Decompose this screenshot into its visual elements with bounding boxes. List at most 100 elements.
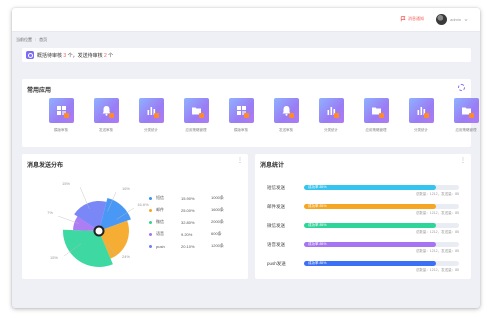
app-shortcut[interactable]: 应用策略管理: [362, 98, 390, 133]
badge-dot-icon: [153, 113, 159, 118]
notice-link[interactable]: 消息通知: [400, 16, 424, 22]
stat-bar[interactable]: 成功率 85%: [304, 242, 436, 247]
legend-percent: 32.80%: [181, 219, 195, 225]
pie-center: [93, 225, 105, 237]
stat-bar[interactable]: 成功率 85%: [304, 223, 436, 228]
badge-dot-icon: [288, 113, 294, 118]
card-title: 消息统计: [260, 163, 285, 169]
badge-dot-icon: [333, 113, 339, 118]
app-label: 发送审核: [279, 128, 293, 132]
badge-dot-icon: [468, 113, 474, 118]
stat-bar-label: 成功率 85%: [308, 204, 327, 209]
stat-label: 短信发送: [267, 185, 285, 190]
avatar[interactable]: [436, 14, 448, 25]
app-window: 消息通知 admin 当前位置 / 首页 概括待审核 3 个，发送待审核 2 个…: [12, 8, 480, 308]
pie-callout-label: 15%: [50, 255, 58, 260]
app-tile[interactable]: [48, 98, 74, 123]
app-label: 分类统计: [324, 128, 338, 132]
app-tile[interactable]: [183, 98, 209, 123]
stat-bar-label: 成功率 85%: [308, 223, 327, 228]
stat-bar-track: 成功率 85%: [304, 204, 459, 209]
pie-callout-label: 7%: [47, 210, 53, 215]
app-label: 模版审核: [54, 128, 68, 132]
alert-count-template[interactable]: 3: [63, 53, 66, 59]
legend-count: 1200条: [211, 243, 224, 248]
app-label: 应用策略管理: [365, 128, 387, 132]
more-icon[interactable]: ⋮: [237, 158, 243, 164]
stat-bar-track: 成功率 85%: [304, 242, 459, 247]
legend-item[interactable]: 邮件 25.00% 1600条: [149, 204, 224, 216]
user-menu[interactable]: admin: [436, 14, 468, 25]
legend-count: 1000条: [211, 195, 224, 200]
app-tile[interactable]: [138, 98, 164, 123]
stat-bar[interactable]: 成功率 85%: [304, 185, 436, 190]
pie-callout-label: 24%: [122, 254, 130, 259]
app-shortcut[interactable]: 分类统计: [137, 98, 165, 133]
alert-text: 概括待审核 3 个，发送待审核 2 个: [37, 52, 113, 59]
app-shortcut[interactable]: 应用策略管理: [452, 98, 480, 133]
stat-row: 微信发送 成功率 85% 总数量：1212，发送量：85: [267, 220, 463, 239]
stat-sub-label: 总数量：1212，发送量：85: [415, 192, 459, 196]
more-icon[interactable]: ⋮: [460, 158, 466, 164]
stat-sub-label: 总数量：1212，发送量：85: [415, 230, 459, 234]
bell-icon: [26, 51, 34, 59]
app-tile[interactable]: [228, 98, 254, 123]
pie-callout-label: 16%: [122, 186, 130, 191]
legend-dot-icon: [149, 232, 152, 236]
app-tile[interactable]: [93, 98, 119, 123]
legend-item[interactable]: 微信 32.80% 2000条: [149, 216, 224, 228]
callout-line: [57, 215, 79, 224]
app-shortcut[interactable]: 发送审核: [92, 98, 120, 133]
stat-bar[interactable]: 成功率 85%: [304, 261, 436, 266]
alert-prefix: 概括待审核: [37, 52, 63, 59]
flag-icon: [400, 16, 406, 22]
app-tile[interactable]: [408, 98, 434, 123]
alert-count-send[interactable]: 2: [104, 53, 107, 59]
stat-row: 短信发送 成功率 85% 总数量：1212，发送量：85: [267, 182, 463, 201]
badge-dot-icon: [63, 113, 69, 118]
breadcrumb-item[interactable]: 当前位置: [16, 37, 32, 43]
app-tile[interactable]: [318, 98, 344, 123]
app-tile[interactable]: [363, 98, 389, 123]
stat-bar-label: 成功率 85%: [308, 242, 327, 247]
statistics-card: 消息统计 ⋮ 短信发送 成功率 85% 总数量：1212，发送量：85 邮件发送 成功率…: [255, 154, 471, 279]
stat-sub-label: 总数量：1212，发送量：85: [415, 211, 459, 215]
app-shortcut[interactable]: 应用策略管理: [182, 98, 210, 133]
distribution-pie-chart: 15% 16% 16.6% 7% 15% 24%: [47, 181, 149, 267]
card-title: 常用应用: [27, 88, 52, 94]
legend-name: 语音: [156, 231, 164, 236]
legend-item[interactable]: push 20.10% 1200条: [149, 240, 224, 252]
legend-dot-icon: [149, 244, 152, 248]
pie-legend: 短信 15.90% 1000条 邮件 25.00% 1600条 微信 32.80% 2000条语…: [149, 192, 224, 252]
legend-dot-icon: [149, 220, 152, 224]
legend-count: 600条: [211, 231, 222, 236]
app-shortcut[interactable]: 分类统计: [407, 98, 435, 133]
gear-icon[interactable]: [458, 84, 465, 91]
legend-count: 1600条: [211, 207, 224, 212]
app-shortcut[interactable]: 模版审核: [47, 98, 75, 133]
chevron-down-icon: [464, 18, 468, 21]
breadcrumb-item[interactable]: 首页: [39, 37, 47, 43]
stat-bar[interactable]: 成功率 85%: [304, 204, 436, 209]
common-apps-card: 常用应用 模版审核 发送审核 分类统计 应用策略管理 模版审核 发送审核 分类统计 应用策略管…: [22, 79, 479, 147]
legend-item[interactable]: 短信 15.90% 1000条: [149, 192, 224, 204]
stat-bar-label: 成功率 85%: [308, 185, 327, 190]
app-tile[interactable]: [273, 98, 299, 123]
legend-item[interactable]: 语音 9.20% 600条: [149, 228, 224, 240]
legend-percent: 9.20%: [181, 231, 193, 237]
app-label: 分类统计: [414, 128, 428, 132]
apps-row: 模版审核 发送审核 分类统计 应用策略管理 模版审核 发送审核 分类统计 应用策略管理 分类统计…: [47, 98, 480, 133]
badge-dot-icon: [378, 113, 384, 118]
pie-callout-label: 16.6%: [137, 202, 149, 207]
app-shortcut[interactable]: 分类统计: [317, 98, 345, 133]
pending-alert: 概括待审核 3 个，发送待审核 2 个: [22, 48, 471, 62]
legend-percent: 20.10%: [181, 243, 195, 249]
pie-callout-label: 15%: [62, 181, 70, 186]
notice-label: 消息通知: [408, 16, 424, 21]
app-shortcut[interactable]: 模版审核: [227, 98, 255, 133]
app-tile[interactable]: [453, 98, 479, 123]
app-shortcut[interactable]: 发送审核: [272, 98, 300, 133]
badge-dot-icon: [423, 113, 429, 118]
stat-bar-track: 成功率 85%: [304, 185, 459, 190]
stat-sub-label: 总数量：1212，发送量：85: [415, 268, 459, 272]
